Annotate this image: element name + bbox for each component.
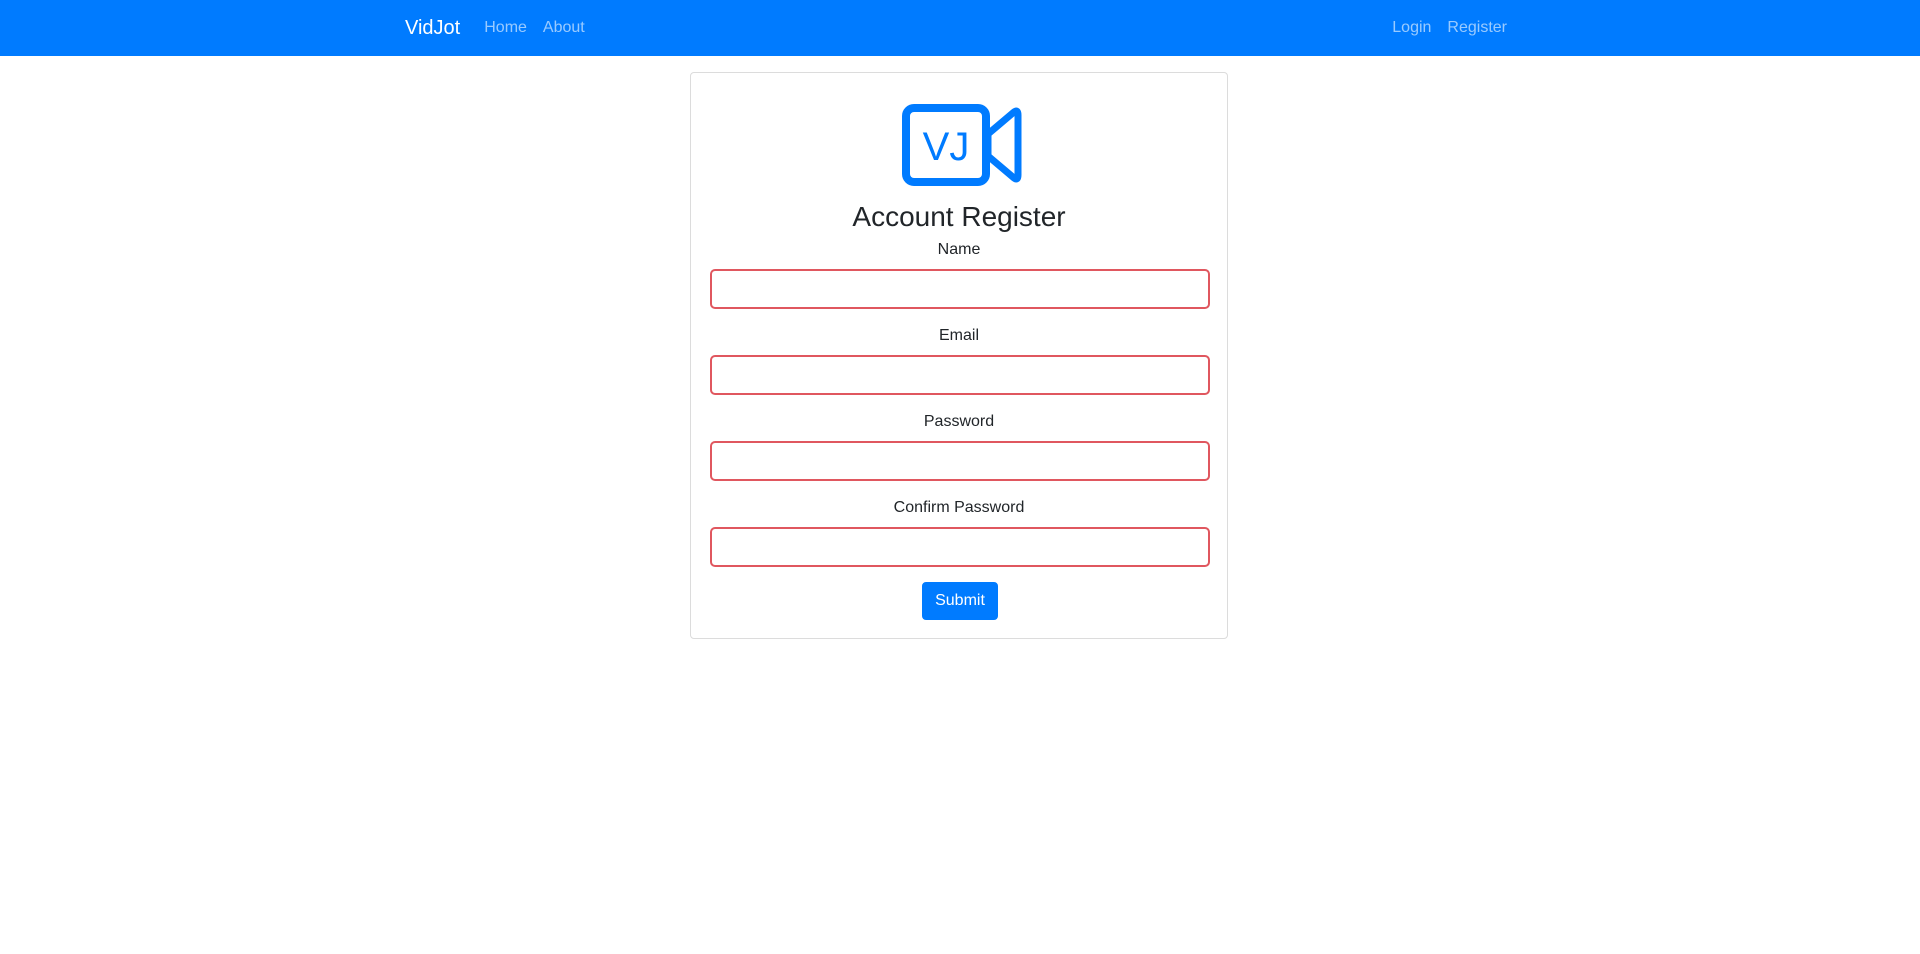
page-title: Account Register — [852, 201, 1066, 232]
password-field[interactable] — [710, 441, 1210, 481]
nav-link-login[interactable]: Login — [1392, 19, 1431, 37]
email-label: Email — [938, 327, 979, 344]
navbar-brand-link[interactable]: VidJot — [405, 17, 460, 40]
submit-button[interactable]: Submit — [922, 582, 998, 620]
nav-link-register[interactable]: Register — [1447, 19, 1507, 37]
register-card: VJ Account Register Name Email Password … — [690, 72, 1228, 639]
navbar-container: VidJot Home About Login Register — [405, 0, 1507, 56]
navbar-right: Login Register — [1392, 19, 1507, 37]
name-label: Name — [937, 241, 981, 258]
confirm-password-label: Confirm Password — [893, 499, 1025, 516]
password-label: Password — [923, 413, 995, 430]
confirm-password-field[interactable] — [710, 527, 1210, 567]
video-camera-icon: VJ — [902, 104, 1022, 186]
nav-link-about[interactable]: About — [543, 19, 585, 37]
logo-text: VJ — [923, 125, 970, 169]
navbar-left: VidJot Home About — [405, 17, 601, 40]
email-field[interactable] — [710, 355, 1210, 395]
navbar: VidJot Home About Login Register — [0, 0, 1920, 56]
name-field[interactable] — [710, 269, 1210, 309]
nav-link-home[interactable]: Home — [484, 19, 527, 37]
